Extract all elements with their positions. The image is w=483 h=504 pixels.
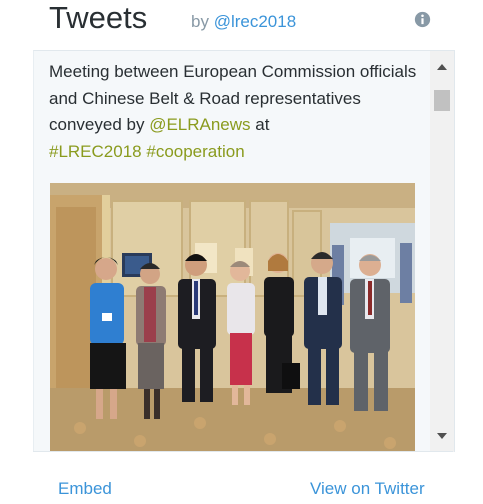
view-on-twitter-link[interactable]: View on Twitter: [310, 479, 425, 499]
timeline-title: Tweets: [49, 0, 148, 35]
byline: by @lrec2018: [191, 12, 296, 32]
tweet-photo[interactable]: [50, 183, 415, 452]
author-handle-link[interactable]: @lrec2018: [214, 12, 296, 31]
tweet-text: Meeting between European Commission offi…: [49, 59, 419, 165]
by-prefix: by: [191, 12, 209, 31]
embed-link[interactable]: Embed: [58, 479, 112, 499]
hashtag-lrec2018[interactable]: #LREC2018: [49, 142, 142, 161]
group-photo: [50, 183, 415, 452]
triangle-up-icon[interactable]: [430, 55, 454, 79]
timeline-footer: Embed View on Twitter: [33, 451, 453, 504]
mention-link[interactable]: @ELRAnews: [149, 115, 250, 134]
triangle-down-icon[interactable]: [430, 424, 454, 448]
timeline-scrollbar[interactable]: [430, 51, 454, 452]
tweet-timeline[interactable]: Meeting between European Commission offi…: [33, 50, 455, 452]
tweet-item[interactable]: Meeting between European Commission offi…: [34, 51, 429, 452]
scroll-thumb[interactable]: [434, 90, 450, 111]
tweet-text-part2: at: [250, 115, 270, 134]
timeline-header: Tweets by @lrec2018: [33, 0, 453, 46]
info-icon[interactable]: [414, 11, 431, 28]
hashtag-cooperation[interactable]: #cooperation: [146, 142, 244, 161]
